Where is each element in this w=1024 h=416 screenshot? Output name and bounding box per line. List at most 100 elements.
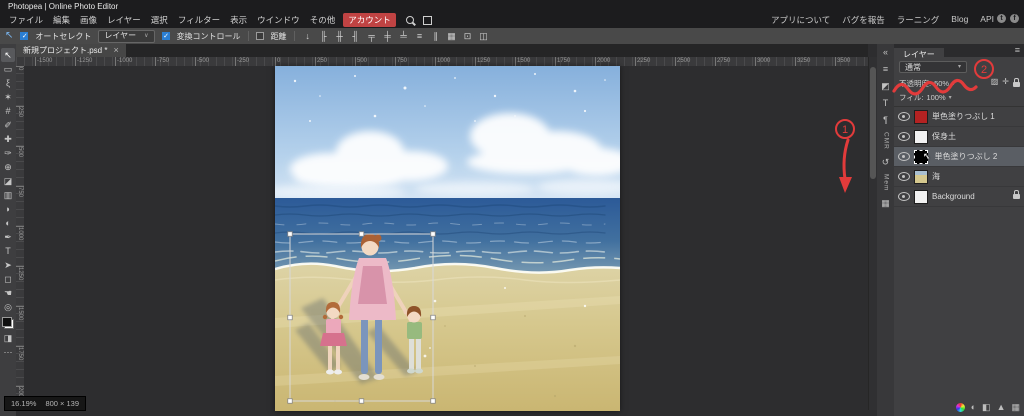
target-select[interactable]: レイヤー ∨: [98, 30, 154, 43]
marquee-select-tool[interactable]: ▭: [1, 62, 15, 76]
close-icon[interactable]: ×: [113, 46, 118, 55]
layer-thumbnail[interactable]: [914, 190, 928, 204]
link-learning[interactable]: ラーニング: [897, 14, 940, 26]
layer-thumbnail[interactable]: [914, 130, 928, 144]
zoom-level[interactable]: 16.19%: [11, 399, 36, 408]
layer-visibility-toggle[interactable]: [898, 132, 910, 141]
fill-row[interactable]: フィル: 100% ▾: [899, 92, 952, 103]
dodge-tool[interactable]: ◐: [1, 216, 15, 230]
expand-icon[interactable]: ▲: [997, 402, 1006, 412]
facebook-icon[interactable]: f: [1010, 14, 1019, 23]
link-report-bug[interactable]: バグを報告: [842, 14, 885, 26]
lock-position-icon[interactable]: ✛: [1002, 77, 1009, 87]
document-canvas[interactable]: [275, 66, 620, 411]
layer-visibility-toggle[interactable]: [898, 172, 910, 181]
menu-more[interactable]: その他: [305, 13, 341, 27]
shape-tool[interactable]: ◻: [1, 272, 15, 286]
layer-row[interactable]: ↖ Background: [894, 187, 1024, 207]
lasso-tool[interactable]: ξ: [1, 76, 15, 90]
menu-window[interactable]: ウインドウ: [252, 13, 305, 27]
eyedropper-tool[interactable]: ✐: [1, 118, 15, 132]
swatches-icon[interactable]: ◧: [982, 402, 991, 412]
layer-thumbnail[interactable]: [914, 110, 928, 124]
menu-layer[interactable]: レイヤー: [102, 13, 146, 27]
download-icon[interactable]: ↓: [302, 29, 314, 43]
color-wheel-icon[interactable]: [956, 403, 965, 412]
opacity-row[interactable]: 不透明度: 50% ▾: [899, 78, 955, 89]
character-panel-icon[interactable]: T: [883, 98, 889, 108]
menu-edit[interactable]: 編集: [48, 13, 75, 27]
distribute-vertical-icon[interactable]: ∥: [430, 29, 442, 43]
menu-filter[interactable]: フィルター: [173, 13, 225, 27]
grid-icon[interactable]: ▦: [446, 29, 458, 43]
link-about[interactable]: アプリについて: [771, 14, 830, 26]
layer-thumbnail[interactable]: [914, 170, 928, 184]
scrollbar-thumb[interactable]: [870, 67, 876, 179]
align-bottom-icon[interactable]: ╧: [398, 29, 410, 43]
memory-panel-icon[interactable]: Mem: [881, 174, 891, 191]
opacity-value[interactable]: 50%: [934, 79, 949, 88]
document-tab[interactable]: 新規プロジェクト.psd * ×: [16, 44, 126, 57]
auto-select-checkbox[interactable]: [20, 32, 28, 40]
menu-view[interactable]: 表示: [225, 13, 252, 27]
menu-select[interactable]: 選択: [146, 13, 173, 27]
more-tools-icon[interactable]: ⋯: [1, 345, 15, 359]
layer-visibility-toggle[interactable]: [898, 152, 910, 161]
panel-menu-icon[interactable]: ≡: [1015, 45, 1020, 55]
link-api[interactable]: API: [980, 14, 994, 26]
align-middle-vertical-icon[interactable]: ╪: [382, 29, 394, 43]
twitter-icon[interactable]: t: [997, 14, 1006, 23]
align-right-icon[interactable]: ╢: [350, 29, 362, 43]
hand-tool[interactable]: ☚: [1, 286, 15, 300]
healing-tool[interactable]: ✚: [1, 132, 15, 146]
adjustments-panel-icon[interactable]: ◩: [881, 81, 890, 91]
theme-toggle-icon[interactable]: ◐: [971, 402, 976, 412]
lock-all-icon[interactable]: [1013, 82, 1020, 87]
align-center-horizontal-icon[interactable]: ╫: [334, 29, 346, 43]
type-tool[interactable]: T: [1, 244, 15, 258]
eraser-tool[interactable]: ◪: [1, 174, 15, 188]
fullscreen-icon[interactable]: [423, 16, 432, 25]
snap-icon[interactable]: ⊡: [462, 29, 474, 43]
gradient-tool[interactable]: ▥: [1, 188, 15, 202]
screen-mode-icon[interactable]: ◫: [478, 29, 490, 43]
blur-tool[interactable]: ◗: [1, 202, 15, 216]
search-icon[interactable]: [406, 16, 414, 24]
layer-visibility-toggle[interactable]: [898, 112, 910, 121]
move-tool[interactable]: ↖: [1, 48, 15, 62]
layer-row[interactable]: ↖ 単色塗りつぶし 1: [894, 107, 1024, 127]
distance-checkbox[interactable]: [256, 32, 264, 40]
align-top-icon[interactable]: ╤: [366, 29, 378, 43]
history-panel-icon[interactable]: ↺: [882, 157, 890, 167]
foreground-color-swatch[interactable]: [2, 317, 12, 327]
color-swatches[interactable]: [2, 317, 14, 329]
paragraph-panel-icon[interactable]: ¶: [883, 115, 888, 125]
layer-row[interactable]: ↖ 海: [894, 167, 1024, 187]
align-left-icon[interactable]: ╟: [318, 29, 330, 43]
layer-row[interactable]: ↖ 単色塗りつぶし 2: [894, 147, 1024, 167]
vertical-scrollbar[interactable]: [868, 57, 877, 410]
zoom-tool[interactable]: ◎: [1, 300, 15, 314]
path-select-tool[interactable]: ➤: [1, 258, 15, 272]
magic-wand-tool[interactable]: ✶: [1, 90, 15, 104]
properties-panel-icon[interactable]: ≡: [883, 64, 888, 74]
distribute-horizontal-icon[interactable]: ≡: [414, 29, 426, 43]
lock-transparency-icon[interactable]: ▨: [991, 77, 999, 87]
fill-value[interactable]: 100%: [926, 93, 945, 102]
crop-tool[interactable]: #: [1, 104, 15, 118]
brush-tool[interactable]: ✑: [1, 146, 15, 160]
link-blog[interactable]: Blog: [951, 14, 968, 26]
menu-image[interactable]: 画像: [75, 13, 102, 27]
layer-visibility-toggle[interactable]: [898, 192, 910, 201]
menu-account[interactable]: アカウント: [343, 13, 396, 27]
grid-view-icon[interactable]: ▦: [1011, 402, 1020, 412]
blend-mode-select[interactable]: 通常 ▾: [899, 61, 967, 73]
quick-mask-icon[interactable]: ◨: [1, 331, 15, 345]
transform-controls-checkbox[interactable]: [162, 32, 170, 40]
color-panel-icon[interactable]: CMR: [881, 132, 891, 150]
clone-stamp-tool[interactable]: ⊕: [1, 160, 15, 174]
layer-row[interactable]: ↖ 保身土: [894, 127, 1024, 147]
menu-file[interactable]: ファイル: [4, 13, 48, 27]
pen-tool[interactable]: ✒: [1, 230, 15, 244]
tab-layers[interactable]: レイヤー: [894, 48, 944, 61]
